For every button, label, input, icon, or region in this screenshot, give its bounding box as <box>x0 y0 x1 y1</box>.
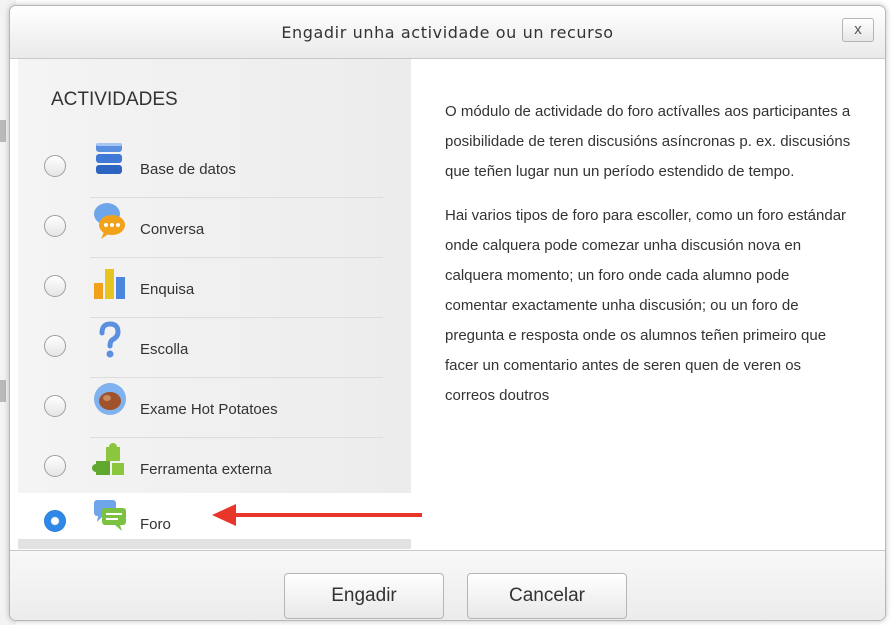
activity-item-conversa[interactable]: Conversa <box>18 198 411 258</box>
database-icon <box>92 141 128 181</box>
question-mark-icon <box>92 321 128 361</box>
description-paragraph: O módulo de actividade do foro actívalle… <box>445 103 851 180</box>
dialog-title: Engadir unha actividade ou un recurso <box>281 23 614 42</box>
close-button[interactable]: x <box>842 18 874 42</box>
activity-label: Escolla <box>140 341 189 358</box>
cancel-button[interactable]: Cancelar <box>467 573 627 619</box>
activity-label: Enquisa <box>140 281 195 298</box>
forum-icon <box>92 496 128 536</box>
activity-label: Foro <box>140 516 171 533</box>
activity-item-base-de-datos[interactable]: Base de datos <box>18 138 411 198</box>
background-mark <box>0 380 6 402</box>
radio-button[interactable] <box>44 215 66 237</box>
activity-item-exame-hot-potatoes[interactable]: Exame Hot Potatoes <box>18 378 411 438</box>
puzzle-icon <box>92 441 128 481</box>
survey-chart-icon <box>92 261 128 301</box>
hot-potatoes-icon <box>92 381 128 421</box>
activities-list-pane[interactable]: ACTIVIDADES Base de datos Conversa Enqui… <box>18 59 411 549</box>
radio-button[interactable] <box>44 155 66 177</box>
radio-button[interactable] <box>44 455 66 477</box>
dialog-header: Engadir unha actividade ou un recurso x <box>10 6 885 59</box>
activity-label: Exame Hot Potatoes <box>140 401 278 418</box>
dialog-footer: Engadir Cancelar <box>10 550 885 620</box>
activity-label: Conversa <box>140 221 205 238</box>
activity-item-enquisa[interactable]: Enquisa <box>18 258 411 318</box>
description-paragraph: Hai varios tipos de foro para escoller, … <box>445 207 847 404</box>
activity-label: Base de datos <box>140 161 236 178</box>
radio-button[interactable] <box>44 275 66 297</box>
radio-button[interactable] <box>44 335 66 357</box>
activity-label: Ferramenta externa <box>140 461 272 478</box>
add-button[interactable]: Engadir <box>284 573 444 619</box>
red-arrow-annotation <box>212 504 422 526</box>
description-pane: O módulo de actividade do foro actívalle… <box>412 59 885 550</box>
list-scroll-edge <box>18 539 411 549</box>
radio-button-selected[interactable] <box>44 510 66 532</box>
radio-button[interactable] <box>44 395 66 417</box>
activities-heading: ACTIVIDADES <box>51 89 178 110</box>
add-activity-dialog: Engadir unha actividade ou un recurso x … <box>9 5 886 621</box>
activity-item-ferramenta-externa[interactable]: Ferramenta externa <box>18 438 411 498</box>
activity-item-escolla[interactable]: Escolla <box>18 318 411 378</box>
chat-icon <box>92 201 128 241</box>
activity-description: O módulo de actividade do foro actívalle… <box>445 97 855 425</box>
background-mark <box>0 120 6 142</box>
